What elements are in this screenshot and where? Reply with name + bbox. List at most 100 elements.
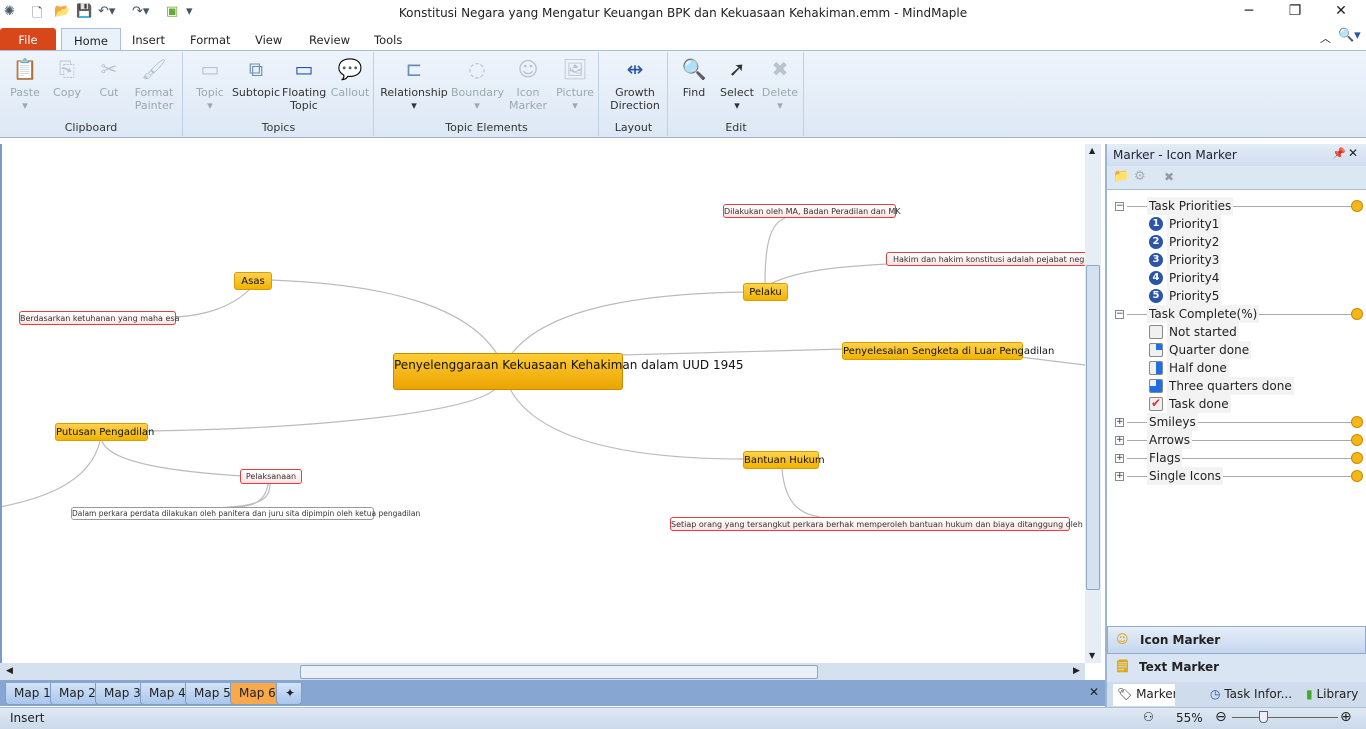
group-label: Topics — [261, 121, 296, 134]
close-button[interactable]: ✕ — [1326, 3, 1356, 19]
topic-button[interactable]: ▭ Topic ▾ — [190, 56, 230, 112]
find-button[interactable]: 🔍 Find — [675, 56, 713, 99]
tab-file[interactable]: File — [0, 28, 56, 50]
subtopic-pelaku-detail1[interactable]: Dilakukan oleh MA, Badan Peradilan dan M… — [723, 204, 901, 218]
zoom-slider-thumb[interactable] — [1258, 711, 1268, 723]
topic-asas[interactable]: Asas — [234, 272, 272, 290]
marker-item[interactable]: Priority2 — [1167, 233, 1222, 251]
marker-item[interactable]: Priority5 — [1167, 287, 1222, 305]
growth-direction-button[interactable]: ⇹ Growth Direction — [604, 56, 666, 112]
maximize-button[interactable]: ❐ — [1280, 3, 1310, 19]
cut-button[interactable]: ✂ Cut — [90, 56, 128, 99]
marker-group[interactable]: Arrows — [1147, 431, 1193, 449]
zoom-in-button[interactable]: ⊕ — [1340, 709, 1352, 725]
subtopic-asas-detail[interactable]: Berdasarkan ketuhanan yang maha esa — [19, 311, 179, 325]
select-button[interactable]: ➚ Select ▾ — [715, 56, 759, 112]
expand-toggle[interactable]: + — [1115, 418, 1124, 427]
subtopic-pelaku-detail2[interactable]: Hakim dan hakim konstitusi adalah pejaba… — [886, 252, 1085, 266]
close-map-icon[interactable]: ✕ — [1089, 685, 1099, 699]
delete-marker-icon[interactable]: ✖ — [1164, 170, 1174, 184]
expand-toggle[interactable]: − — [1115, 310, 1124, 319]
tab-tools[interactable]: Tools — [362, 28, 414, 50]
marker-set-icon[interactable] — [1351, 452, 1363, 464]
scroll-right-arrow-icon[interactable]: ▶ — [1073, 666, 1080, 676]
panel-toolbar — [1107, 166, 1366, 190]
boundary-button[interactable]: ◌ Boundary ▾ — [451, 56, 504, 112]
group-clipboard: 📋 Paste ▾ ⎘ Copy ✂ Cut 🖌 Format Painter Clipb… — [0, 52, 183, 136]
paste-button[interactable]: 📋 Paste ▾ — [4, 56, 46, 112]
marker-item[interactable]: Priority4 — [1167, 269, 1222, 287]
pin-icon[interactable]: 📌 — [1332, 147, 1346, 160]
help-search-icon[interactable]: 🔍▾ — [1338, 28, 1361, 43]
vertical-scroll-thumb[interactable] — [1086, 265, 1100, 590]
mind-map-canvas[interactable]: Penyelenggaraan Kekuasaan Kehakiman dala… — [0, 144, 1085, 663]
scroll-left-arrow-icon[interactable]: ◀ — [6, 666, 13, 676]
marker-item[interactable]: Priority1 — [1167, 215, 1222, 233]
add-marker-group-icon[interactable]: 📁 — [1113, 169, 1129, 184]
panel-close-icon[interactable]: ✕ — [1348, 146, 1358, 160]
expand-toggle[interactable]: − — [1115, 202, 1124, 211]
new-map-tab-button[interactable]: ✦ — [276, 683, 302, 705]
subtopic-pelaksanaan-detail[interactable]: Dalam perkara perdata dilakukan oleh pan… — [71, 507, 420, 520]
zoom-out-button[interactable]: ⊖ — [1215, 709, 1227, 725]
subtopic-bantuan-detail[interactable]: Setiap orang yang tersangkut perkara ber… — [670, 517, 1085, 531]
marker-set-icon[interactable] — [1351, 200, 1363, 212]
floating-topic-button[interactable]: ▭ Floating Topic — [282, 56, 326, 112]
central-topic[interactable]: Penyelenggaraan Kekuasaan Kehakiman dala… — [393, 353, 744, 390]
subtopic-button[interactable]: ⧉ Subtopic — [230, 56, 282, 99]
marker-group[interactable]: Single Icons — [1147, 467, 1224, 485]
priority-2-icon: 2 — [1149, 235, 1163, 249]
horizontal-scroll-thumb[interactable] — [300, 665, 818, 679]
marker-set-icon[interactable] — [1351, 434, 1363, 446]
marker-set-icon[interactable] — [1351, 416, 1363, 428]
connector-bantuan-detail — [781, 468, 821, 518]
tab-insert[interactable]: Insert — [120, 28, 177, 50]
panel-tab-marker[interactable]: 🏷 Marker - I... — [1113, 684, 1175, 706]
marker-item[interactable]: Half done — [1167, 359, 1229, 377]
copy-button[interactable]: ⎘ Copy — [48, 56, 86, 99]
expand-toggle[interactable]: + — [1115, 472, 1124, 481]
picture-button[interactable]: 🖼 Picture ▾ — [553, 56, 597, 112]
marker-item[interactable]: Quarter done — [1167, 341, 1252, 359]
panel-tab-task-info[interactable]: ◷ Task Infor... — [1210, 687, 1292, 701]
collapse-ribbon-icon[interactable]: ︿ — [1320, 30, 1331, 46]
tab-view[interactable]: View — [243, 28, 294, 50]
scroll-down-arrow-icon[interactable]: ▼ — [1089, 651, 1095, 660]
format-painter-button[interactable]: 🖌 Format Painter — [128, 56, 180, 112]
subtopic-pelaksanaan[interactable]: Pelaksanaan — [240, 469, 302, 484]
topic-pelaku[interactable]: Pelaku — [743, 283, 788, 301]
add-marker-icon[interactable]: ⚙ — [1134, 169, 1146, 184]
panel-tab-library[interactable]: ▮ Library — [1306, 687, 1358, 701]
marker-group[interactable]: Task Complete(%) — [1147, 305, 1260, 323]
topic-bantuan-hukum[interactable]: Bantuan Hukum — [743, 451, 825, 469]
text-marker-panel-button[interactable]: 🗒 Text Marker — [1107, 654, 1366, 682]
expand-toggle[interactable]: + — [1115, 454, 1124, 463]
marker-group[interactable]: Task Priorities — [1147, 197, 1234, 215]
callout-button[interactable]: 💬 Callout — [328, 56, 372, 99]
marker-item[interactable]: Not started — [1167, 323, 1239, 341]
icon-marker-button[interactable]: ☺ Icon Marker — [505, 56, 551, 112]
callout-icon: 💬 — [337, 57, 363, 81]
marker-set-icon[interactable] — [1351, 308, 1363, 320]
marker-group[interactable]: Flags — [1147, 449, 1183, 467]
scroll-up-arrow-icon[interactable]: ▲ — [1089, 146, 1095, 155]
connector-asas — [269, 279, 501, 360]
marker-item[interactable]: Task done — [1167, 395, 1231, 413]
marker-group[interactable]: Smileys — [1147, 413, 1198, 431]
topic-penyelesaian-sengketa[interactable]: Penyelesaian Sengketa di Luar Pengadilan — [842, 342, 1054, 360]
delete-button[interactable]: ✖ Delete ▾ — [759, 56, 801, 112]
expand-toggle[interactable]: + — [1115, 436, 1124, 445]
relationship-button[interactable]: ⊏ Relationship ▾ — [379, 56, 449, 112]
marker-set-icon[interactable] — [1351, 470, 1363, 482]
minimize-button[interactable]: ─ — [1234, 3, 1264, 19]
topic-putusan-pengadilan[interactable]: Putusan Pengadilan — [55, 423, 154, 441]
icon-marker-panel-button[interactable]: ☺ Icon Marker — [1107, 626, 1366, 654]
zoom-slider-track[interactable] — [1232, 717, 1338, 718]
tab-review[interactable]: Review — [297, 28, 362, 50]
marker-item[interactable]: Priority3 — [1167, 251, 1222, 269]
marker-item[interactable]: Three quarters done — [1167, 377, 1294, 395]
tab-home[interactable]: Home — [61, 28, 121, 50]
scissors-icon: ✂ — [100, 57, 118, 81]
map-overview-icon[interactable]: ⚇ — [1143, 710, 1154, 724]
tab-format[interactable]: Format — [178, 28, 243, 50]
